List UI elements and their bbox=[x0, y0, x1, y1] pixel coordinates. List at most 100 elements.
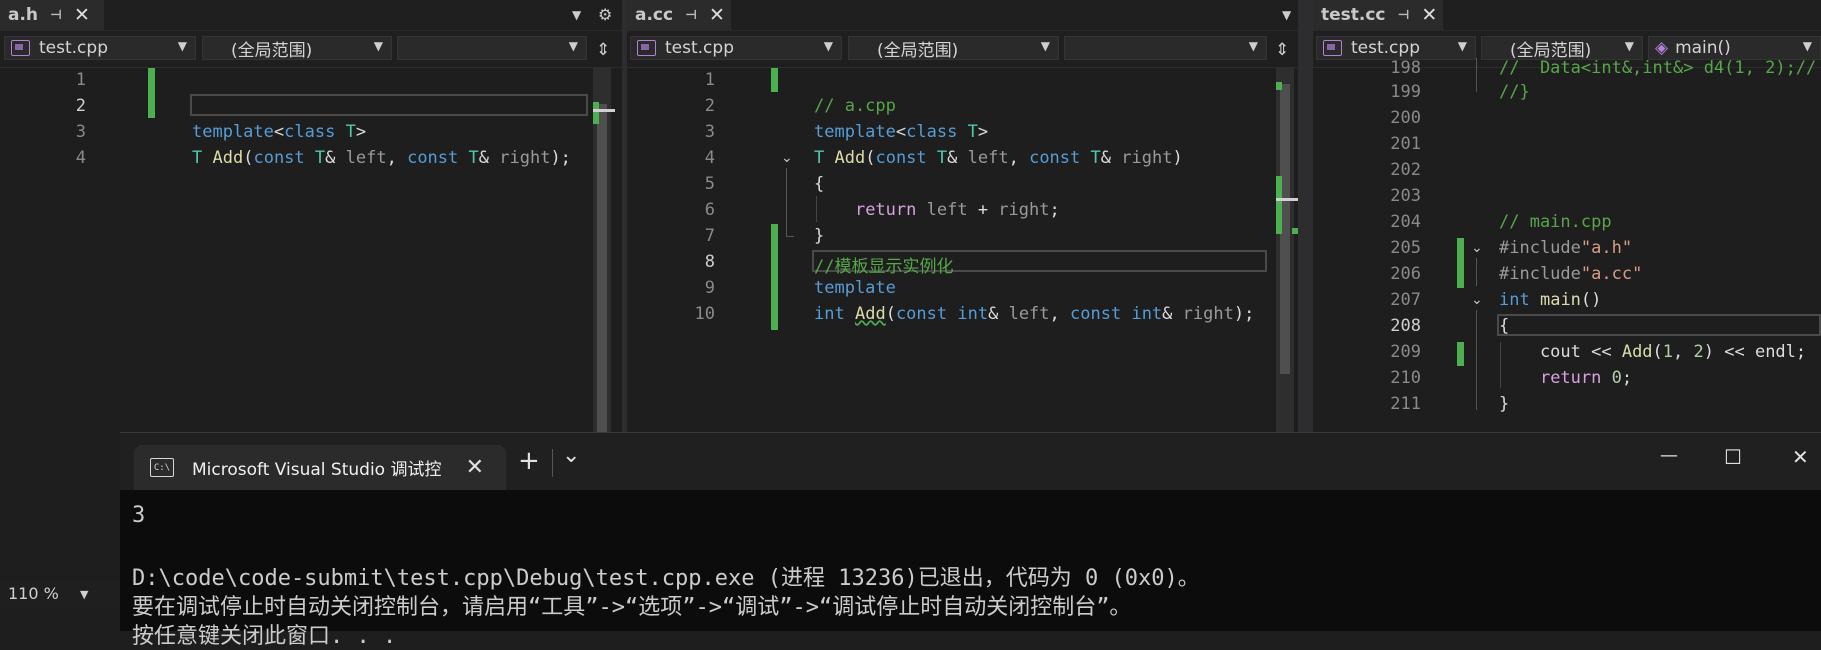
gear-icon[interactable]: ⚙ bbox=[598, 5, 612, 24]
chevron-down-icon[interactable]: ▼ bbox=[80, 588, 88, 601]
collapse-icon[interactable]: ⌄ bbox=[781, 150, 793, 166]
code-line: T Add(const T& left, const T& right); bbox=[192, 148, 571, 168]
current-line-highlight bbox=[190, 94, 588, 116]
line-number: 3 bbox=[704, 122, 715, 142]
line-number: 204 bbox=[1390, 212, 1421, 232]
console-tab[interactable]: C:\ Microsoft Visual Studio 调试控 ✕ bbox=[134, 445, 506, 490]
line-number: 7 bbox=[704, 226, 715, 246]
code-line: #include"a.cc" bbox=[1499, 264, 1643, 284]
scrollbar-thumb[interactable] bbox=[597, 104, 607, 484]
close-tab-icon[interactable]: ✕ bbox=[466, 455, 484, 480]
chevron-down-icon: ▼ bbox=[1624, 39, 1634, 53]
project-combo-label: test.cpp bbox=[665, 38, 734, 58]
project-icon bbox=[1323, 40, 1342, 56]
member-combo[interactable]: ▼ bbox=[397, 36, 587, 60]
split-icon[interactable]: ⇕ bbox=[596, 40, 610, 60]
zoom-bar: 110 % ▼ bbox=[0, 580, 120, 610]
code-line: return 0; bbox=[1539, 368, 1633, 388]
tab-a-h[interactable]: a.h ⊣ ✕ bbox=[0, 0, 104, 30]
pin-icon[interactable]: ⊣ bbox=[685, 8, 697, 23]
console-output-line: 按任意键关闭此窗口. . . bbox=[132, 624, 397, 649]
code-line: cout << Add(1, 2) << endl; bbox=[1499, 342, 1807, 362]
code-line: // a.cpp bbox=[814, 96, 896, 116]
line-number: 207 bbox=[1390, 290, 1421, 310]
pin-icon[interactable]: ⊣ bbox=[50, 8, 62, 23]
pin-icon[interactable]: ⊣ bbox=[1398, 8, 1410, 23]
change-marker bbox=[1457, 342, 1464, 366]
scope-combo[interactable]: (全局范围) ▼ bbox=[848, 36, 1059, 61]
chevron-down-icon: ▼ bbox=[1248, 39, 1258, 53]
minimize-button[interactable]: — bbox=[1660, 445, 1678, 466]
fold-guide bbox=[1476, 58, 1477, 92]
tab-strip: test.cc ⊣ ✕ bbox=[1313, 0, 1821, 31]
project-combo[interactable]: test.cpp ▼ bbox=[4, 36, 196, 60]
maximize-button[interactable]: ☐ bbox=[1724, 445, 1742, 469]
line-number: 4 bbox=[75, 148, 86, 168]
debug-console-window[interactable]: C:\ Microsoft Visual Studio 调试控 ✕ + ⌄ — … bbox=[120, 432, 1821, 649]
tab-list-dropdown-icon[interactable]: ▼ bbox=[572, 8, 581, 22]
chevron-down-icon: ▼ bbox=[1040, 39, 1050, 53]
chevron-down-icon: ▼ bbox=[177, 39, 187, 53]
fold-guide bbox=[786, 236, 794, 237]
chevron-down-icon: ▼ bbox=[823, 39, 833, 53]
split-icon[interactable]: ⇕ bbox=[1275, 40, 1289, 60]
tab-title: a.cc bbox=[635, 5, 674, 25]
line-number: 6 bbox=[704, 200, 715, 220]
code-line: int main() bbox=[1499, 290, 1602, 310]
close-window-button[interactable]: ✕ bbox=[1792, 445, 1809, 469]
line-number: 10 bbox=[694, 304, 715, 324]
caret-marker bbox=[1276, 198, 1298, 201]
close-tab-icon[interactable]: ✕ bbox=[1421, 4, 1437, 26]
collapse-icon[interactable]: ⌄ bbox=[1471, 292, 1483, 308]
close-tab-icon[interactable]: ✕ bbox=[709, 4, 725, 26]
member-combo[interactable]: ◈ main() ▼ bbox=[1648, 36, 1821, 60]
chevron-down-icon: ▼ bbox=[373, 39, 383, 53]
project-combo[interactable]: test.cpp ▼ bbox=[1316, 36, 1476, 60]
caret-marker bbox=[593, 109, 615, 112]
scope-combo-label: (全局范围) bbox=[877, 40, 959, 61]
tab-list-dropdown-icon[interactable]: ▼ bbox=[1282, 8, 1291, 22]
code-line: #include"a.h" bbox=[1499, 238, 1633, 258]
tab-strip: a.cc ⊣ ✕ ▼ bbox=[627, 0, 1298, 31]
tab-dropdown-button[interactable]: ⌄ bbox=[562, 443, 580, 468]
code-line: return left + right; bbox=[854, 200, 1060, 220]
code-line: { bbox=[1499, 316, 1510, 336]
code-line: template<class T> bbox=[814, 122, 989, 142]
member-combo[interactable]: ▼ bbox=[1064, 36, 1267, 60]
line-number: 199 bbox=[1390, 82, 1421, 102]
code-line: { bbox=[814, 174, 825, 194]
zoom-level[interactable]: 110 % bbox=[8, 584, 59, 603]
line-number: 2 bbox=[704, 96, 715, 116]
scope-combo-label: (全局范围) bbox=[1510, 40, 1592, 61]
line-number: 9 bbox=[704, 278, 715, 298]
fold-guide bbox=[786, 168, 787, 236]
project-combo-label: test.cpp bbox=[1351, 38, 1420, 58]
tab-a-cc[interactable]: a.cc ⊣ ✕ bbox=[627, 0, 731, 30]
line-number: 5 bbox=[704, 174, 715, 194]
change-marker bbox=[771, 224, 778, 330]
line-number: 208 bbox=[1390, 316, 1421, 336]
tab-test-cc[interactable]: test.cc ⊣ ✕ bbox=[1313, 0, 1443, 30]
line-number: 206 bbox=[1390, 264, 1421, 284]
line-number: 1 bbox=[704, 70, 715, 90]
line-number: 202 bbox=[1390, 160, 1421, 180]
scroll-change-marker bbox=[1276, 82, 1282, 90]
console-tab-title: Microsoft Visual Studio 调试控 bbox=[192, 460, 442, 480]
fold-guide bbox=[1476, 258, 1477, 286]
console-title-bar[interactable]: C:\ Microsoft Visual Studio 调试控 ✕ + ⌄ — … bbox=[120, 433, 1821, 490]
code-line: // main.cpp bbox=[1499, 212, 1612, 232]
scope-combo[interactable]: (全局范围) ▼ bbox=[202, 36, 392, 61]
new-tab-button[interactable]: + bbox=[518, 446, 540, 476]
console-output-line: 3 bbox=[132, 503, 146, 528]
scroll-change-marker bbox=[1276, 176, 1282, 234]
collapse-icon[interactable]: ⌄ bbox=[1471, 240, 1483, 256]
line-number: 3 bbox=[75, 122, 86, 142]
chevron-down-icon: ▼ bbox=[1802, 39, 1812, 53]
code-line: template<class T> bbox=[192, 122, 367, 142]
project-combo[interactable]: test.cpp ▼ bbox=[630, 36, 842, 60]
line-number: 8 bbox=[704, 252, 715, 272]
close-tab-icon[interactable]: ✕ bbox=[74, 4, 90, 26]
scope-combo[interactable]: (全局范围) ▼ bbox=[1481, 36, 1643, 61]
line-number: 205 bbox=[1390, 238, 1421, 258]
tab-title: a.h bbox=[8, 5, 39, 25]
